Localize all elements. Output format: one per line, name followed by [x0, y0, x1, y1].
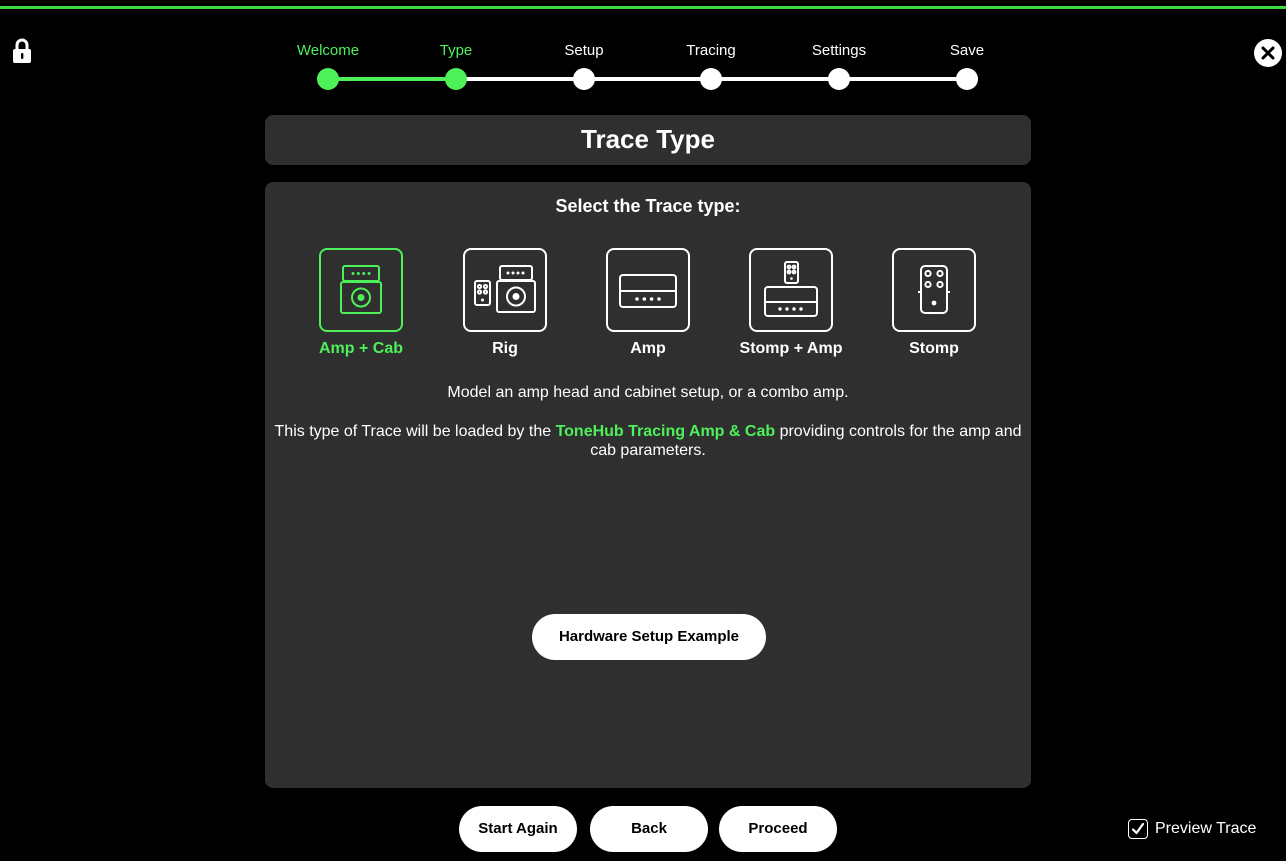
type-icon-box	[749, 248, 833, 332]
preview-trace-checkbox[interactable]	[1128, 819, 1148, 839]
step-dot	[828, 68, 850, 90]
type-icon-box	[319, 248, 403, 332]
progress-track-done	[328, 77, 456, 81]
trace-type-panel: Select the Trace type: Amp + Cab Rig Amp…	[265, 182, 1031, 788]
type-detail: This type of Trace will be loaded by the…	[265, 422, 1031, 460]
rig-icon	[474, 265, 536, 313]
step-label: Welcome	[296, 42, 360, 59]
page-title: Trace Type	[581, 124, 715, 154]
step-tracing[interactable]: Tracing	[651, 40, 771, 90]
step-label: Setup	[564, 42, 604, 59]
step-label: Save	[949, 42, 985, 59]
preview-trace-label: Preview Trace	[1155, 820, 1257, 837]
type-label: Stomp	[909, 340, 959, 357]
type-label: Amp	[630, 340, 666, 357]
step-welcome[interactable]: Welcome	[268, 40, 388, 90]
hardware-setup-example-button[interactable]: Hardware Setup Example	[532, 614, 766, 660]
step-label: Tracing	[686, 42, 736, 59]
type-option-stomp-amp[interactable]: Stomp + Amp	[731, 248, 851, 358]
back-button[interactable]: Back	[590, 806, 708, 852]
type-option-stomp[interactable]: Stomp	[874, 248, 994, 358]
type-detail-prefix: This type of Trace will be loaded by the	[274, 423, 556, 440]
checkmark-icon	[1131, 822, 1145, 835]
stomp-amp-icon	[764, 261, 818, 317]
step-setup[interactable]: Setup	[524, 40, 644, 90]
type-icon-box	[606, 248, 690, 332]
step-type[interactable]: Type	[396, 40, 516, 90]
proceed-button[interactable]: Proceed	[719, 806, 837, 852]
wizard-stepper: Welcome Type Setup Tracing Settings Save	[0, 0, 1286, 100]
start-again-button[interactable]: Start Again	[459, 806, 577, 852]
step-label: Settings	[811, 42, 867, 59]
type-label: Amp + Cab	[318, 340, 403, 357]
type-detail-plugin-name: ToneHub Tracing Amp & Cab	[555, 423, 776, 440]
step-save[interactable]: Save	[907, 40, 1027, 90]
stomp-icon	[918, 265, 950, 314]
type-option-rig[interactable]: Rig	[445, 248, 565, 358]
step-settings[interactable]: Settings	[779, 40, 899, 90]
step-dot	[445, 68, 467, 90]
type-icon-box	[463, 248, 547, 332]
type-option-amp-cab[interactable]: Amp + Cab	[301, 248, 421, 358]
select-heading: Select the Trace type:	[555, 196, 741, 216]
step-dot	[317, 68, 339, 90]
step-dot	[956, 68, 978, 90]
title-panel: Trace Type	[265, 115, 1031, 165]
type-option-amp[interactable]: Amp	[588, 248, 708, 358]
amp-icon	[619, 274, 677, 308]
amp-cab-icon	[340, 265, 382, 314]
step-dot	[573, 68, 595, 90]
type-label: Stomp + Amp	[739, 340, 843, 357]
preview-trace-toggle[interactable]: Preview Trace	[1128, 818, 1256, 840]
step-label: Type	[439, 42, 473, 59]
type-description: Model an amp head and cabinet setup, or …	[447, 384, 849, 401]
type-label: Rig	[492, 340, 518, 357]
type-icon-box	[892, 248, 976, 332]
step-dot	[700, 68, 722, 90]
